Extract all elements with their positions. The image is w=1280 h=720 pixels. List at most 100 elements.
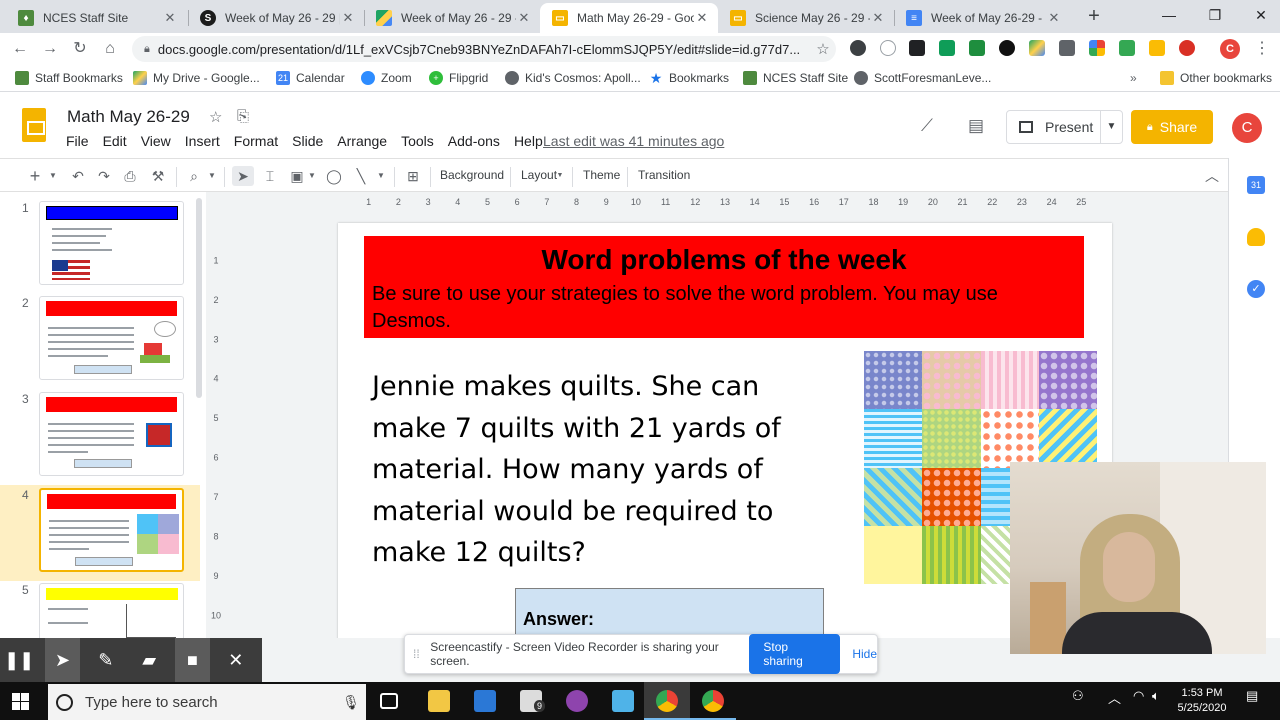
address-bar[interactable]: 🔒︎ docs.google.com/presentation/d/1Lf_ex… xyxy=(132,36,836,62)
bookmark-item[interactable]: + Flipgrid xyxy=(429,71,488,85)
wifi-icon[interactable]: ◠ xyxy=(1133,688,1144,704)
close-icon[interactable]: ✕ xyxy=(1046,10,1062,26)
reload-icon[interactable]: ↻ xyxy=(68,37,92,61)
print-icon[interactable]: ⎙ xyxy=(120,166,140,186)
home-icon[interactable]: ⌂ xyxy=(98,37,122,61)
calendar-icon[interactable]: 31 xyxy=(1247,176,1265,194)
layout-button[interactable]: Layout xyxy=(521,168,557,182)
bookmark-item[interactable]: My Drive - Google... xyxy=(133,71,260,85)
people-icon[interactable]: ⚇ xyxy=(1072,688,1084,704)
browser-tab[interactable]: ▭ Science May 26 - 29 - G ✕ xyxy=(718,3,894,33)
extension-icon[interactable] xyxy=(939,40,955,56)
restore-icon[interactable]: ❐ xyxy=(1192,0,1238,30)
menu-tools[interactable]: Tools xyxy=(401,133,434,149)
line-dropdown-icon[interactable]: ▼ xyxy=(376,166,386,186)
stop-sharing-button[interactable]: Stop sharing xyxy=(749,634,841,674)
menu-slide[interactable]: Slide xyxy=(292,133,323,149)
extension-icon[interactable] xyxy=(909,40,925,56)
background-button[interactable]: Background xyxy=(440,168,504,182)
minimize-icon[interactable]: — xyxy=(1146,0,1192,30)
new-tab-plus-icon[interactable]: + xyxy=(1082,5,1106,29)
extension-icon[interactable] xyxy=(1179,40,1195,56)
close-toolbar-icon[interactable]: ✕ xyxy=(219,638,253,682)
url-text[interactable]: docs.google.com/presentation/d/1Lf_exVCs… xyxy=(158,42,810,57)
taskbar-clock[interactable]: 1:53 PM 5/25/2020 xyxy=(1166,686,1238,716)
browser-tab[interactable]: Week of May 26 - 29 - G ✕ xyxy=(364,3,540,33)
new-slide-plus-icon[interactable]: + xyxy=(28,166,42,186)
extension-icon[interactable] xyxy=(880,40,896,56)
extension-icon[interactable] xyxy=(1059,40,1075,56)
theme-button[interactable]: Theme xyxy=(583,168,620,182)
chrome-icon[interactable] xyxy=(656,690,678,712)
profile-avatar[interactable]: C xyxy=(1220,39,1240,59)
browser-tab[interactable]: ♦ NCES Staff Site ✕ xyxy=(6,3,186,33)
extension-icon[interactable] xyxy=(850,40,866,56)
menu-edit[interactable]: Edit xyxy=(103,133,127,149)
notifications-icon[interactable]: ▤ xyxy=(1246,688,1258,704)
drag-handle-icon[interactable]: ⁞⁞ xyxy=(413,647,424,661)
store-icon[interactable] xyxy=(474,690,496,712)
browser-tab[interactable]: S Week of May 26 - 29 | S ✕ xyxy=(188,3,364,33)
menu-insert[interactable]: Insert xyxy=(185,133,220,149)
browser-tab-active[interactable]: ▭ Math May 26-29 - Goo ✕ xyxy=(540,3,718,33)
paint-format-icon[interactable]: ⚒ xyxy=(148,166,168,186)
extension-icon[interactable] xyxy=(969,40,985,56)
task-view-icon[interactable] xyxy=(380,693,398,709)
menu-arrange[interactable]: Arrange xyxy=(337,133,387,149)
slide-thumbnail-5[interactable] xyxy=(39,583,184,638)
forward-arrow-icon[interactable]: → xyxy=(38,37,62,61)
comments-icon[interactable]: ▤ xyxy=(968,116,984,136)
slide-thumbnail-1[interactable] xyxy=(39,201,184,285)
last-edit-link[interactable]: Last edit was 41 minutes ago xyxy=(543,133,724,149)
tray-chevron-icon[interactable]: ︿ xyxy=(1108,688,1121,707)
star-outline-icon[interactable]: ☆ xyxy=(209,108,222,126)
app-icon[interactable] xyxy=(612,690,634,712)
slides-logo-icon[interactable] xyxy=(22,108,46,142)
slide-thumbnail-2[interactable] xyxy=(39,296,184,380)
collapse-toolbar-icon[interactable]: ︿ xyxy=(1202,166,1222,186)
slide-thumbnail-4[interactable] xyxy=(39,488,184,572)
app-icon[interactable] xyxy=(566,690,588,712)
zoom-dropdown-icon[interactable]: ▼ xyxy=(207,166,217,186)
bookmark-item[interactable]: NCES Staff Site xyxy=(743,71,848,85)
image-dropdown-icon[interactable]: ▼ xyxy=(307,166,317,186)
cursor-icon[interactable]: ➤ xyxy=(45,638,80,682)
word-problem-text[interactable]: Jennie makes quilts. She can make 7 quil… xyxy=(372,366,832,574)
close-icon[interactable]: ✕ xyxy=(694,10,710,26)
close-icon[interactable]: ✕ xyxy=(516,10,532,26)
volume-icon[interactable]: 🔈︎ xyxy=(1152,688,1160,704)
activity-trend-icon[interactable]: ⟋ xyxy=(921,116,933,136)
back-arrow-icon[interactable]: ← xyxy=(8,37,32,61)
extension-icon[interactable] xyxy=(1149,40,1165,56)
transition-button[interactable]: Transition xyxy=(638,168,690,182)
new-slide-dropdown-icon[interactable]: ▼ xyxy=(48,166,58,186)
extension-icon[interactable] xyxy=(1119,40,1135,56)
chrome-icon[interactable] xyxy=(702,690,724,712)
hide-button[interactable]: Hide xyxy=(852,647,877,661)
undo-icon[interactable]: ↶ xyxy=(68,166,88,186)
close-icon[interactable]: ✕ xyxy=(162,10,178,26)
answer-box[interactable]: Answer: xyxy=(515,588,824,638)
menu-view[interactable]: View xyxy=(141,133,171,149)
present-dropdown-icon[interactable]: ▼ xyxy=(1100,111,1122,143)
share-button[interactable]: 🔒︎ Share xyxy=(1131,110,1213,144)
microphone-icon[interactable]: 🎙︎ xyxy=(336,694,366,711)
zoom-icon[interactable]: ⌕ xyxy=(184,166,204,186)
menu-file[interactable]: File xyxy=(66,133,89,149)
title-banner[interactable]: Word problems of the week Be sure to use… xyxy=(364,236,1084,338)
pause-icon[interactable]: ❚❚ xyxy=(2,638,36,682)
select-cursor-icon[interactable]: ➤ xyxy=(232,166,254,186)
line-icon[interactable]: ╲ xyxy=(350,166,372,186)
mail-icon[interactable]: 9 xyxy=(520,690,546,712)
chrome-menu-icon[interactable]: ⋮ xyxy=(1250,37,1274,61)
extension-icon[interactable] xyxy=(999,40,1015,56)
slide-subtitle[interactable]: Be sure to use your strategies to solve … xyxy=(372,281,1066,335)
slide-title[interactable]: Word problems of the week xyxy=(364,244,1084,276)
bookmark-item[interactable]: Staff Bookmarks xyxy=(15,71,123,85)
windows-start-icon[interactable] xyxy=(12,693,29,710)
image-icon[interactable]: ▣ xyxy=(286,166,308,186)
file-explorer-icon[interactable] xyxy=(428,690,450,712)
drive-icon[interactable] xyxy=(1029,40,1045,56)
move-folder-icon[interactable]: ⎘ xyxy=(237,108,249,125)
shape-icon[interactable]: ◯ xyxy=(323,166,345,186)
